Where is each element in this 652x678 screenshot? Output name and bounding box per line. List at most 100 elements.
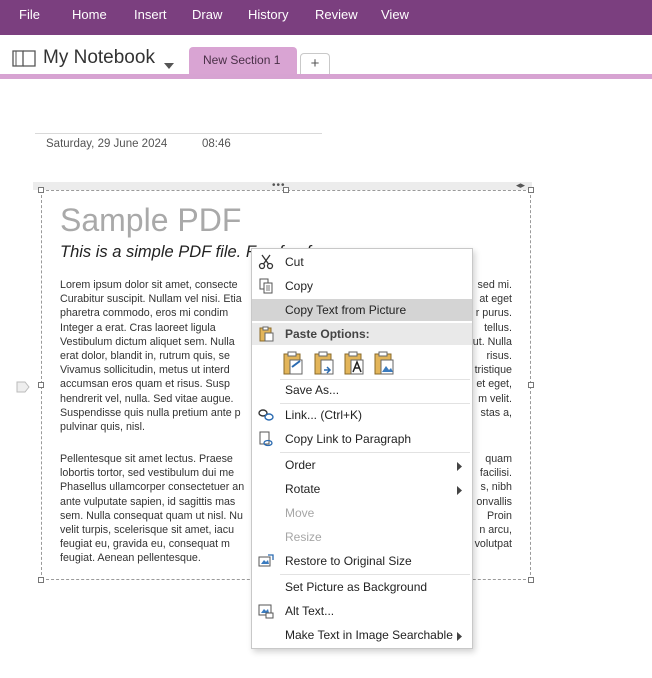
menu-move[interactable]: Move [252,502,472,524]
menu-save-as-label: Save As... [285,383,340,397]
submenu-arrow-icon [457,484,462,498]
menu-view[interactable]: View [381,0,409,29]
submenu-arrow-icon [457,630,462,644]
resize-handle-right[interactable] [528,382,534,388]
menu-set-picture-as-background[interactable]: Set Picture as Background [252,576,472,598]
menu-order[interactable]: Order [252,454,472,476]
pdf-text-right: stas a, [480,406,512,419]
notebook-icon[interactable] [12,49,36,72]
pdf-text-left: Phasellus ullamcorper consectetuer an [60,481,245,494]
restore-size-icon [258,553,274,569]
menu-review[interactable]: Review [315,0,358,29]
menu-move-label: Move [285,506,315,520]
pdf-text-right: risus. [486,350,512,363]
menu-link-label: Link... (Ctrl+K) [285,408,363,422]
menu-copy-label: Copy [285,279,314,293]
pdf-text-right: ut. Nulla [472,335,512,348]
menu-home[interactable]: Home [72,0,107,29]
resize-handle-bottom-right[interactable] [528,577,534,583]
pdf-text-right: m velit. [478,392,512,405]
pdf-text-right: quam [485,453,512,465]
pdf-text-right: facilisi. [479,467,512,480]
page-time: 08:46 [202,138,231,150]
paste-keep-formatting-icon[interactable] [281,349,307,377]
pdf-text-right: at eget [479,293,512,306]
context-menu: Cut Copy Copy Text from Picture Paste Op… [251,248,473,649]
menu-rotate[interactable]: Rotate [252,478,472,500]
paste-picture-icon[interactable] [372,349,398,377]
pdf-text-left: Pellentesque sit amet lectus. Praese [60,453,233,465]
resize-handle-top-left[interactable] [38,187,44,193]
pdf-text-left: Vivamus sollicitudin, metus ut interd [60,364,230,377]
pdf-text-left: lobortis tortor, sed vestibulum dui me [60,467,235,480]
pdf-text-right: Proin [487,509,512,522]
menu-resize[interactable]: Resize [252,526,472,548]
page-date: Saturday, 29 June 2024 [46,138,168,150]
pdf-text-right: onvallis [476,495,512,508]
tab-new-section-1[interactable]: New Section 1 [189,47,297,74]
notebook-header: My Notebook New Section 1 + [0,35,652,75]
scissors-icon [258,254,274,270]
menu-set-bg-label: Set Picture as Background [285,580,428,594]
menu-make-text-searchable[interactable]: Make Text in Image Searchable [252,624,472,646]
menu-insert[interactable]: Insert [134,0,167,29]
pdf-text-left: ante vulputate sapien, id sagittis mas [60,495,236,508]
page-title-underline [35,133,322,134]
menu-cut-label: Cut [285,255,304,269]
menu-history[interactable]: History [248,0,288,29]
add-section-button[interactable]: + [300,53,330,74]
pdf-text-left: accumsan eros quam et risus. Susp [60,378,230,391]
menu-draw[interactable]: Draw [192,0,222,29]
pdf-text-left: Lorem ipsum dolor sit amet, consecte [60,279,238,291]
submenu-arrow-icon [457,460,462,474]
pdf-text-right: et eget, [476,378,512,391]
menu-link[interactable]: Link... (Ctrl+K) [252,404,472,426]
copy-link-icon [258,431,274,447]
pdf-text-left: sem. Nulla consequat quam ut nisl. Nu [60,509,243,522]
paste-options-header: Paste Options: [252,323,472,345]
menu-cut[interactable]: Cut [252,251,472,273]
pdf-text-right: r purus. [475,307,512,320]
pdf-text-right: tristique [474,364,512,377]
menu-save-as[interactable]: Save As... [252,379,472,401]
menu-resize-label: Resize [285,530,322,544]
resize-handle-left[interactable] [38,382,44,388]
pdf-text-left: pharetra commodo, eros mi condim [60,307,229,320]
paste-text-only-icon[interactable] [342,349,368,377]
menu-copy-text-from-picture[interactable]: Copy Text from Picture [252,299,472,321]
ribbon-menubar: File Home Insert Draw History Review Vie… [0,0,652,35]
outline-arrow-icon [16,380,30,398]
pdf-text-left: Curabitur suscipit. Nullam vel nisi. Eti… [60,293,242,306]
link-icon [258,407,274,423]
menu-rotate-label: Rotate [285,482,321,496]
menu-alt-text[interactable]: Alt Text... [252,600,472,622]
pdf-title: Sample PDF [60,202,242,238]
pdf-text-right: volutpat [474,538,512,551]
paste-options-label: Paste Options: [285,327,370,341]
pdf-text-left: feugiat eu, gravida eu, consequat m [60,538,230,551]
pdf-text-right: n arcu, [479,524,512,537]
menu-file[interactable]: File [19,0,40,29]
resize-handle-bottom-left[interactable] [38,577,44,583]
chevron-down-icon[interactable] [164,56,174,74]
clipboard-icon [258,326,274,345]
alt-text-icon [258,603,274,619]
resize-handle-top-right[interactable] [528,187,534,193]
menu-alt-text-label: Alt Text... [285,604,335,618]
pdf-text-left: Integer a erat. Cras laoreet ligula [60,321,216,334]
pdf-text-left: hendrerit vel, nulla. Sed vitae augue. [60,392,234,405]
menu-make-searchable-label: Make Text in Image Searchable [285,628,453,642]
pdf-text-left: Vestibulum dictum aliquet sem. Nulla [60,335,235,348]
menu-copy-link-label: Copy Link to Paragraph [285,432,412,446]
paste-merge-formatting-icon[interactable] [312,349,338,377]
menu-copy-link-to-paragraph[interactable]: Copy Link to Paragraph [252,428,472,450]
pdf-text-left: erat dolor, blandit in, rutrum quis, se [60,350,230,363]
menu-order-label: Order [285,458,316,472]
pdf-text-left: Suspendisse quis nulla pretium ante p [60,406,241,419]
menu-copy[interactable]: Copy [252,275,472,297]
pdf-text-right: sed mi. [477,279,512,291]
menu-restore-original-size[interactable]: Restore to Original Size [252,550,472,572]
notebook-title[interactable]: My Notebook [43,47,155,69]
pdf-text-right: s, nibh [480,481,513,494]
resize-handle-top[interactable] [283,187,289,193]
